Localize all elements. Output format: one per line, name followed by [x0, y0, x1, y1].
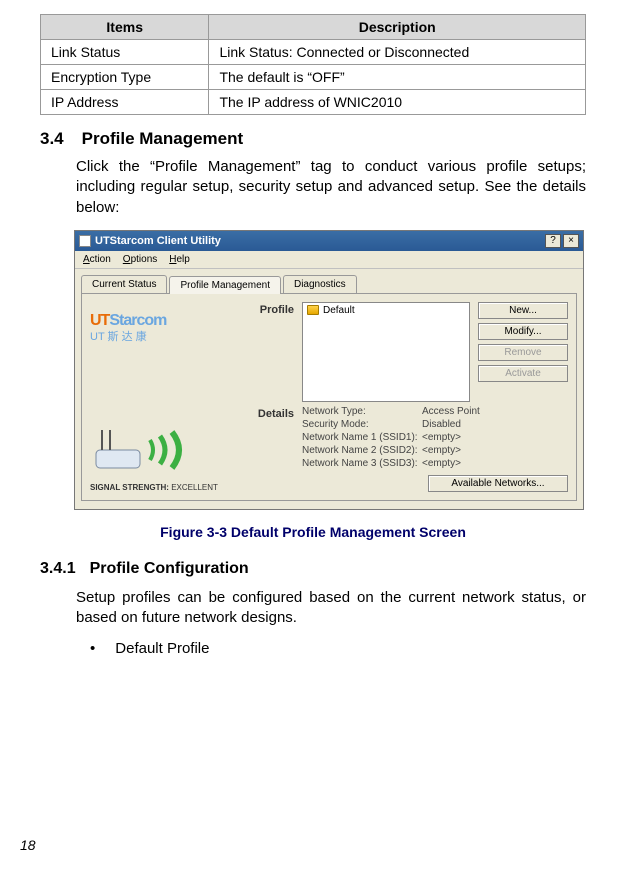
items-description-table: Items Description Link Status Link Statu… — [40, 14, 586, 115]
cell-item: IP Address — [41, 90, 209, 115]
logo-chinese: UT 斯 达 康 — [90, 328, 240, 344]
help-button[interactable]: ? — [545, 234, 561, 248]
details-label: Details — [246, 408, 294, 420]
table-header-description: Description — [209, 15, 586, 40]
bullet-list: Default Profile — [90, 640, 586, 657]
logo-ut: UT — [90, 312, 109, 329]
detail-ssid2-value: <empty> — [422, 445, 512, 456]
cell-desc: The IP address of WNIC2010 — [209, 90, 586, 115]
left-pane: UTStarcom UT 斯 达 康 SIGN — [90, 302, 240, 492]
new-button[interactable]: New... — [478, 302, 568, 319]
profile-list-item[interactable]: Default — [307, 305, 465, 316]
profile-name: Default — [323, 305, 355, 316]
table-row: Encryption Type The default is “OFF” — [41, 65, 586, 90]
detail-ssid2-label: Network Name 2 (SSID2): — [302, 445, 422, 456]
cell-item: Encryption Type — [41, 65, 209, 90]
app-window: UTStarcom Client Utility ? × Action Opti… — [74, 230, 584, 510]
tab-bar: Current Status Profile Management Diagno… — [75, 269, 583, 293]
profile-listbox[interactable]: Default — [302, 302, 470, 402]
profile-icon — [307, 305, 319, 315]
subsection-body: Setup profiles can be configured based o… — [76, 588, 586, 629]
detail-ssid1-value: <empty> — [422, 432, 512, 443]
detail-nt-value: Access Point — [422, 406, 512, 417]
logo-starcom: Starcom — [109, 312, 166, 329]
profile-label: Profile — [246, 304, 294, 316]
section-number: 3.4 — [40, 129, 64, 148]
detail-ssid1-label: Network Name 1 (SSID1): — [302, 432, 422, 443]
figure-caption: Figure 3-3 Default Profile Management Sc… — [40, 524, 586, 540]
menu-action[interactable]: Action — [83, 254, 111, 265]
detail-ssid3-label: Network Name 3 (SSID3): — [302, 458, 422, 469]
signal-strength: SIGNAL STRENGTH: EXCELLENT — [90, 483, 240, 492]
section-heading-3-4-1: 3.4.1 Profile Configuration — [40, 560, 586, 578]
signal-value: EXCELLENT — [171, 483, 218, 492]
section-heading-3-4: 3.4 Profile Management — [40, 129, 586, 149]
right-pane: Profile Default New... Modify... Remove … — [246, 302, 568, 492]
window-title: UTStarcom Client Utility — [95, 235, 541, 247]
activate-button[interactable]: Activate — [478, 365, 568, 382]
table-header-items: Items — [41, 15, 209, 40]
app-icon — [79, 235, 91, 247]
detail-nt-label: Network Type: — [302, 406, 422, 417]
menu-options[interactable]: Options — [123, 254, 157, 265]
page-number: 18 — [20, 837, 36, 853]
modify-button[interactable]: Modify... — [478, 323, 568, 340]
device-illustration-icon — [90, 416, 210, 476]
detail-sm-value: Disabled — [422, 419, 512, 430]
table-row: IP Address The IP address of WNIC2010 — [41, 90, 586, 115]
detail-sm-label: Security Mode: — [302, 419, 422, 430]
titlebar: UTStarcom Client Utility ? × — [75, 231, 583, 251]
section-body: Click the “Profile Management” tag to co… — [76, 157, 586, 218]
tab-current-status[interactable]: Current Status — [81, 275, 167, 293]
cell-desc: The default is “OFF” — [209, 65, 586, 90]
detail-ssid3-value: <empty> — [422, 458, 512, 469]
section-title: Profile Management — [82, 129, 244, 148]
cell-desc: Link Status: Connected or Disconnected — [209, 40, 586, 65]
cell-item: Link Status — [41, 40, 209, 65]
signal-label: SIGNAL STRENGTH: — [90, 483, 169, 492]
remove-button[interactable]: Remove — [478, 344, 568, 361]
subsection-title: Profile Configuration — [90, 560, 249, 577]
tab-profile-management[interactable]: Profile Management — [169, 276, 281, 294]
available-networks-button[interactable]: Available Networks... — [428, 475, 568, 492]
figure-screenshot: UTStarcom Client Utility ? × Action Opti… — [74, 230, 586, 510]
tab-content: UTStarcom UT 斯 达 康 SIGN — [81, 293, 577, 501]
details-grid: Network Type: Access Point Security Mode… — [302, 406, 568, 469]
bullet-default-profile: Default Profile — [90, 640, 586, 657]
menu-help[interactable]: Help — [169, 254, 190, 265]
table-row: Link Status Link Status: Connected or Di… — [41, 40, 586, 65]
logo: UTStarcom UT 斯 达 康 — [90, 312, 240, 344]
menubar: Action Options Help — [75, 251, 583, 269]
subsection-number: 3.4.1 — [40, 560, 76, 577]
tab-diagnostics[interactable]: Diagnostics — [283, 275, 357, 293]
close-button[interactable]: × — [563, 234, 579, 248]
